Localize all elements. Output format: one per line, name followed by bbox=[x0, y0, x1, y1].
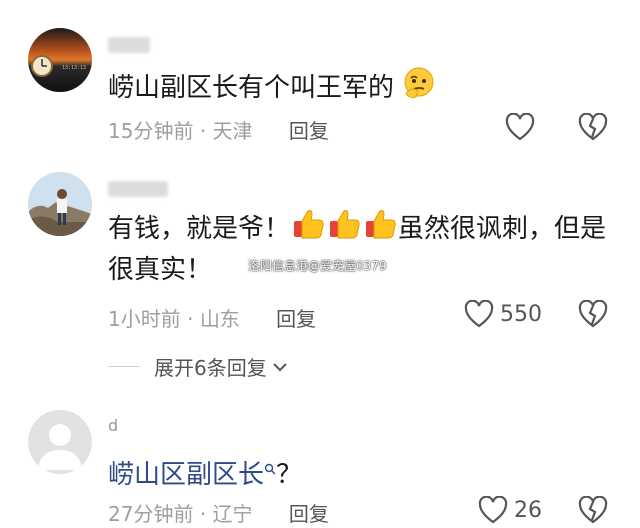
comment-meta: 27分钟前 · 辽宁 回复 bbox=[108, 502, 329, 526]
comment-text: 有钱，就是爷！ 虽然很讽刺，但是 bbox=[108, 207, 606, 254]
like-count: 26 bbox=[514, 497, 542, 523]
reply-button[interactable]: 回复 bbox=[289, 119, 329, 143]
search-icon[interactable] bbox=[264, 446, 276, 488]
avatar[interactable] bbox=[28, 172, 92, 236]
dislike-button[interactable] bbox=[578, 112, 608, 145]
heart-icon bbox=[505, 113, 535, 141]
comment-meta: 15分钟前 · 天津 回复 bbox=[108, 119, 329, 143]
heart-icon bbox=[478, 496, 508, 524]
divider bbox=[108, 366, 140, 367]
thumbs-up-icon bbox=[290, 207, 398, 254]
clock-digits: 13:13:13 bbox=[62, 65, 86, 71]
search-link[interactable]: 崂山区副区长 bbox=[108, 460, 264, 490]
watermark: 洛阳信息港@爱宠屋0379 bbox=[248, 259, 387, 273]
reply-button[interactable]: 回复 bbox=[289, 502, 329, 526]
comment-text: 崂山副区长有个叫王军的 bbox=[108, 66, 436, 113]
expand-replies-button[interactable]: 展开6条回复 bbox=[108, 352, 289, 381]
heart-icon bbox=[464, 300, 494, 328]
avatar[interactable] bbox=[28, 410, 92, 474]
comment-text: 崂山区副区长？ bbox=[108, 446, 302, 496]
expand-replies-label: 展开6条回复 bbox=[154, 356, 267, 380]
like-button[interactable] bbox=[505, 113, 535, 141]
dislike-button[interactable] bbox=[578, 495, 608, 528]
comment-text-line2: 很真实！ bbox=[108, 255, 213, 285]
username-redacted[interactable] bbox=[108, 178, 168, 197]
like-count: 550 bbox=[500, 301, 542, 327]
comment-meta: 1小时前 · 山东 回复 bbox=[108, 307, 317, 331]
like-button[interactable]: 26 bbox=[478, 496, 542, 524]
avatar[interactable]: 13:13:13 bbox=[28, 28, 92, 92]
broken-heart-icon bbox=[578, 299, 608, 328]
broken-heart-icon bbox=[578, 495, 608, 524]
reply-button[interactable]: 回复 bbox=[276, 307, 316, 331]
chevron-down-icon bbox=[271, 355, 289, 379]
username[interactable]: d bbox=[108, 416, 119, 435]
thinking-face-icon bbox=[402, 66, 436, 113]
broken-heart-icon bbox=[578, 112, 608, 141]
username-redacted[interactable] bbox=[108, 34, 150, 53]
like-button[interactable]: 550 bbox=[464, 300, 542, 328]
dislike-button[interactable] bbox=[578, 299, 608, 332]
